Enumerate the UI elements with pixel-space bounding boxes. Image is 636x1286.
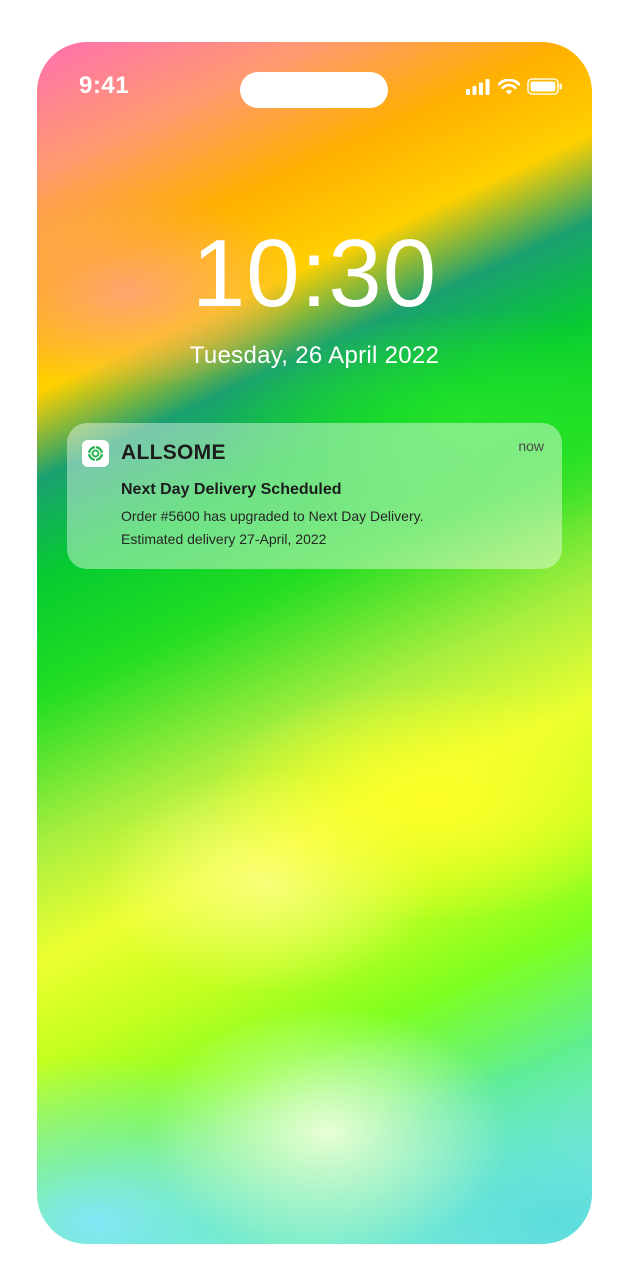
status-bar-icons xyxy=(465,78,563,100)
notification-body: Order #5600 has upgraded to Next Day Del… xyxy=(121,505,423,551)
signal-icon xyxy=(465,78,491,100)
lock-screen-clock: 10:30 xyxy=(191,220,438,327)
notification-app-name: ALLSOME xyxy=(121,441,226,464)
notification-card[interactable]: ALLSOME now Next Day Delivery Scheduled … xyxy=(67,423,562,569)
notification-body-line: Order #5600 has upgraded to Next Day Del… xyxy=(121,508,424,524)
allsome-logo-icon xyxy=(82,440,109,467)
dynamic-island xyxy=(240,72,388,108)
notification-title: Next Day Delivery Scheduled xyxy=(121,481,342,498)
status-bar-time: 9:41 xyxy=(79,72,130,99)
lock-screen-date: Tuesday, 26 April 2022 xyxy=(189,342,440,369)
notification-body-line: Estimated delivery 27-April, 2022 xyxy=(121,531,327,547)
notification-timestamp: now xyxy=(518,438,544,454)
battery-icon xyxy=(527,78,563,100)
wifi-icon xyxy=(497,78,521,100)
phone-screen: 9:41 10:30 Tuesday, 26 April 2022 ALLSOM… xyxy=(37,42,592,1244)
